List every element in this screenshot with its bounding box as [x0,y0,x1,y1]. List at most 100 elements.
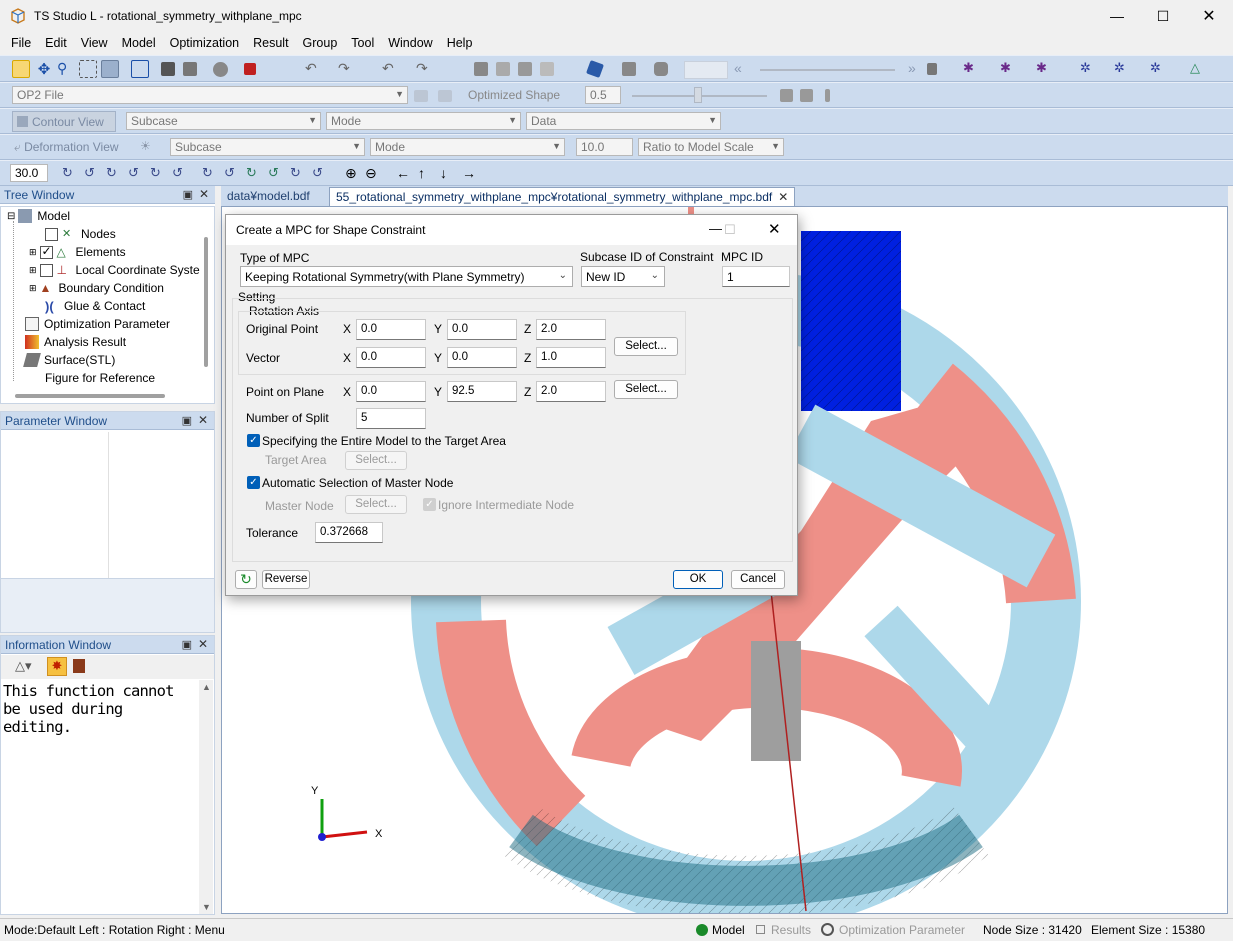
stop-icon[interactable] [927,63,937,75]
target-area-select-button[interactable]: Select... [345,451,407,470]
pin-icon[interactable]: ▣ [183,188,193,201]
dialog-close-button[interactable]: ✕ [768,220,781,238]
forward-icon[interactable]: » [908,60,926,78]
menu-result[interactable]: Result [246,36,295,50]
deformation-scale-field[interactable]: 10.0 [576,138,633,156]
spin3-icon[interactable]: ↻ [290,165,308,183]
dialog-maximize-button[interactable]: ☐ [724,222,736,238]
box-zoom-icon[interactable] [79,60,97,78]
rotate-z-pos-icon[interactable]: ↻ [150,165,168,183]
original-point-x-input[interactable]: 0.0 [356,319,426,340]
tree-optimization-parameter[interactable]: Optimization Parameter [25,317,170,331]
move-left-icon[interactable]: ← [396,165,414,183]
ok-button[interactable]: OK [673,570,723,589]
contour-data-select[interactable]: Data ▼ [526,112,721,130]
optimized-shape-value[interactable]: 0.5 [585,86,621,104]
solid-icon[interactable] [586,60,604,78]
vector-y-input[interactable]: 0.0 [447,347,517,368]
pan-tool-icon[interactable]: ✥ [35,60,53,78]
clear-icon[interactable] [73,659,85,673]
status-optimization-parameter[interactable]: Optimization Parameter [839,923,965,937]
zoom-tool-icon[interactable]: ⚲ [57,60,75,78]
vector-z-input[interactable]: 1.0 [536,347,606,368]
point-on-plane-y-input[interactable]: 92.5 [447,381,517,402]
menu-tool[interactable]: Tool [344,36,381,50]
view-front-icon[interactable] [474,62,488,76]
copy-image-icon[interactable] [183,62,197,76]
ignore-intermediate-checkbox[interactable]: ✓ [423,498,436,511]
undo-view-icon[interactable]: ↶ [382,60,400,78]
select-tool-icon[interactable] [101,60,119,78]
tree-surface-stl[interactable]: Surface(STL) [23,353,115,367]
op2-file-select[interactable]: OP2 File ▼ [12,86,408,104]
filter-icon[interactable]: △▾ [15,658,32,674]
master-node-select-button[interactable]: Select... [345,495,407,514]
zoom-out-icon[interactable]: ⊖ [365,165,383,183]
shape-export-icon[interactable] [800,89,813,102]
cancel-button[interactable]: Cancel [731,570,785,589]
auto-master-checkbox[interactable]: ✓ [247,476,260,489]
menu-group[interactable]: Group [296,36,345,50]
information-scrollbar[interactable]: ▲ ▼ [199,680,213,914]
tree-scrollbar[interactable] [15,394,165,398]
tree-elements[interactable]: ⊞△Elements [29,244,126,260]
spin-icon[interactable]: ↻ [246,165,264,183]
view-top-icon[interactable] [518,62,532,76]
warning-icon[interactable]: ✸ [47,657,67,676]
rotate-screen-neg-icon[interactable]: ↺ [224,165,242,183]
file-open-icon[interactable] [414,90,428,102]
menu-optimization[interactable]: Optimization [163,36,246,50]
deformation-view-toggle[interactable]: ⤶ Deformation View [14,140,119,155]
axis2-icon[interactable]: ✲ [1114,60,1132,78]
tree-nodes[interactable]: ✕ Nodes [45,227,116,241]
tree-glue-contact[interactable]: )(Glue & Contact [45,299,145,314]
tree-vscrollbar[interactable] [204,237,208,367]
tab-rotational-symmetry[interactable]: 55_rotational_symmetry_withplane_mpc¥rot… [329,187,796,206]
original-point-z-input[interactable]: 2.0 [536,319,606,340]
dialog-minimize-button[interactable]: — [709,221,722,236]
rotate-y-pos-icon[interactable]: ↻ [106,165,124,183]
reverse-icon[interactable]: ↻ [235,570,257,589]
close-tab-icon[interactable]: ✕ [778,190,788,204]
subcase-id-select[interactable]: New ID ⌄ [581,266,665,287]
deformation-ratio-select[interactable]: Ratio to Model Scale ▼ [638,138,784,156]
coordinate-checkbox[interactable] [39,263,53,277]
animation-field[interactable] [684,61,728,79]
undo-icon[interactable]: ↶ [305,60,323,78]
point-on-plane-select-button[interactable]: Select... [614,380,678,399]
entire-model-checkbox[interactable]: ✓ [247,434,260,447]
contour-subcase-select[interactable]: Subcase ▼ [126,112,321,130]
minimize-button[interactable]: — [1094,0,1140,32]
axis3-icon[interactable]: ✲ [1150,60,1168,78]
node-z-icon[interactable]: ✱ [1036,60,1054,78]
rotate-x-pos-icon[interactable]: ↻ [62,165,80,183]
mpc-id-input[interactable]: 1 [722,266,790,287]
close-button[interactable]: ✕ [1186,0,1232,32]
pin-icon[interactable]: ▣ [182,638,192,651]
menu-help[interactable]: Help [440,36,480,50]
tree-analysis-result[interactable]: Analysis Result [25,335,126,349]
print-icon[interactable] [161,62,175,76]
view-iso-icon[interactable] [540,62,554,76]
redo-view-icon[interactable]: ↷ [416,60,434,78]
nodes-checkbox[interactable] [45,227,58,241]
close-panel-icon[interactable]: ✕ [199,187,209,201]
tab-model-bdf[interactable]: data¥model.bdf [221,187,316,206]
redo-icon[interactable]: ↷ [338,60,356,78]
menu-file[interactable]: File [4,36,38,50]
rotate-tool-icon[interactable] [12,60,30,78]
shape-stop-icon[interactable] [780,89,793,102]
deformation-subcase-select[interactable]: Subcase ▼ [170,138,365,156]
original-point-y-input[interactable]: 0.0 [447,319,517,340]
move-up-icon[interactable]: ↑ [418,165,436,183]
rotate-x-neg-icon[interactable]: ↺ [84,165,102,183]
elements-checkbox[interactable] [39,244,53,259]
node-x-icon[interactable]: ✱ [963,60,981,78]
point-on-plane-z-input[interactable]: 2.0 [536,381,606,402]
rotation-axis-select-button[interactable]: Select... [614,337,678,356]
rotate-y-neg-icon[interactable]: ↺ [128,165,146,183]
spin2-icon[interactable]: ↺ [268,165,286,183]
graph-icon[interactable]: △ [1190,60,1208,78]
reverse-button[interactable]: Reverse [262,570,310,589]
display-mode-icon[interactable] [244,63,256,75]
